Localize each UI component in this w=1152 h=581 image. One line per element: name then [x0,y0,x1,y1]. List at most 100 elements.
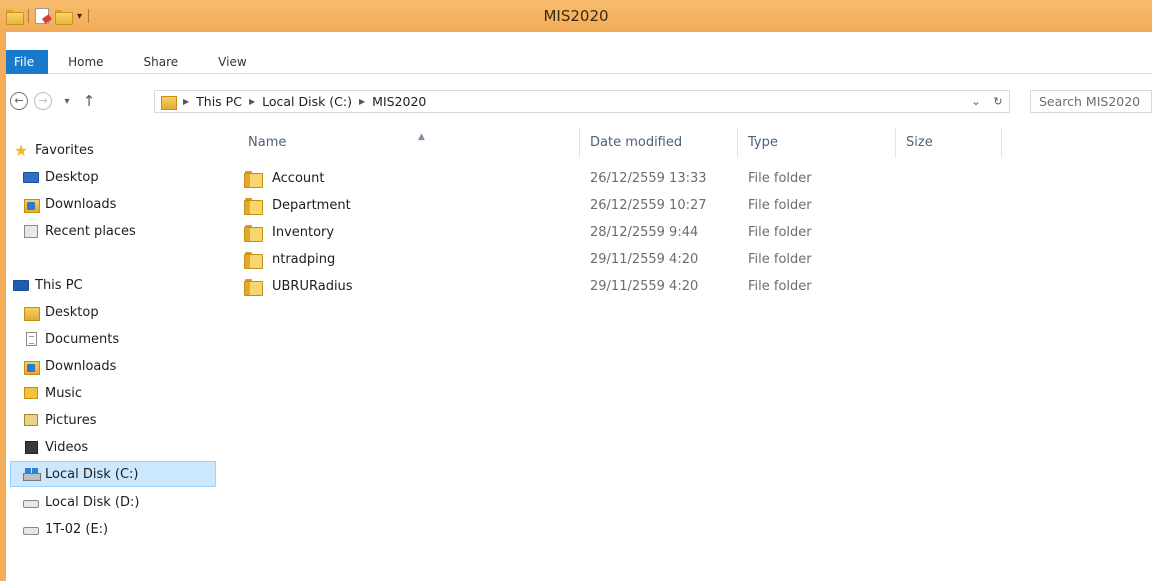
music-folder-icon [22,385,40,401]
sidebar-item-music[interactable]: Music [22,380,82,406]
column-header-label: Date modified [590,135,683,150]
table-row[interactable]: Department 26/12/2559 10:27 File folder [238,192,998,219]
breadcrumb-mis2020[interactable]: MIS2020 [372,94,426,109]
file-date: 29/11/2559 4:20 [590,252,699,267]
file-type: File folder [748,252,812,267]
tab-view[interactable]: View [198,50,266,74]
file-type: File folder [748,198,812,213]
desktop-icon [22,169,40,185]
file-type: File folder [748,171,812,186]
tab-share[interactable]: Share [124,50,199,74]
videos-folder-icon [22,439,40,455]
downloads-folder-icon [22,358,40,375]
file-date: 29/11/2559 4:20 [590,279,699,294]
folder-icon [244,225,263,242]
file-date: 26/12/2559 13:33 [590,171,707,186]
table-row[interactable]: ntradping 29/11/2559 4:20 File folder [238,246,998,273]
table-row[interactable]: Account 26/12/2559 13:33 File folder [238,165,998,192]
sidebar-item-label: Downloads [45,196,117,212]
sidebar-item-pc-downloads[interactable]: Downloads [22,353,116,379]
navigation-bar: ← → ▾ ↑ ▶ This PC ▶ Local Disk (C:) ▶ MI… [0,84,1152,118]
file-name: Inventory [272,225,335,240]
sidebar-item-favorites[interactable]: ★ Favorites [12,137,94,163]
sidebar-item-downloads[interactable]: Downloads [22,191,116,217]
system-drive-icon [22,466,41,482]
file-name: Department [272,198,351,213]
sidebar-item-label: Desktop [45,169,99,185]
file-date: 28/12/2559 9:44 [590,225,699,240]
address-dropdown-icon[interactable]: ⌄ [965,95,987,108]
downloads-folder-icon [22,196,40,213]
chevron-right-icon[interactable]: ▶ [359,97,365,106]
column-header-name[interactable]: Name ▲ [238,128,580,158]
sidebar-item-label: Favorites [35,142,94,158]
desktop-folder-icon [22,304,40,321]
sidebar-item-desktop[interactable]: Desktop [22,164,99,190]
window-title: MIS2020 [543,7,609,25]
address-bar[interactable]: ▶ This PC ▶ Local Disk (C:) ▶ MIS2020 ⌄ … [154,90,1010,113]
sidebar-item-pc-desktop[interactable]: Desktop [22,299,99,325]
sidebar-item-pictures[interactable]: Pictures [22,407,96,433]
drive-icon [22,521,40,537]
chevron-right-icon[interactable]: ▶ [249,97,255,106]
recent-places-icon [22,223,40,239]
folder-icon [244,279,263,296]
chevron-right-icon[interactable]: ▶ [183,97,189,106]
sidebar-item-label: This PC [35,277,83,293]
ribbon-tabs: File Home Share View [0,50,267,74]
table-row[interactable]: Inventory 28/12/2559 9:44 File folder [238,219,998,246]
breadcrumb-this-pc[interactable]: This PC [196,94,242,109]
back-button[interactable]: ← [8,90,30,112]
file-type: File folder [748,225,812,240]
file-name: ntradping [272,252,336,267]
sidebar-item-videos[interactable]: Videos [22,434,88,460]
title-bar: ▾ MIS2020 [0,0,1152,32]
file-name: Account [272,171,325,186]
sidebar-item-label: Recent places [45,223,136,239]
forward-arrow-icon: → [34,92,52,110]
navigation-pane: ★ Favorites Desktop Downloads Recent pla… [0,120,216,581]
column-header-date[interactable]: Date modified [580,128,738,158]
pictures-folder-icon [22,412,40,428]
file-type: File folder [748,279,812,294]
folder-icon [244,198,263,215]
file-list: Name ▲ Date modified Type Size Account 2… [216,120,1152,581]
sidebar-item-documents[interactable]: Documents [22,326,119,352]
search-input[interactable]: Search MIS2020 [1030,90,1152,113]
sidebar-item-label: Local Disk (D:) [45,494,140,510]
file-date: 26/12/2559 10:27 [590,198,707,213]
sidebar-item-label: Documents [45,331,120,347]
folder-icon [161,95,177,110]
address-actions: ⌄ ↻ [965,91,1009,112]
star-icon: ★ [13,140,29,160]
column-header-type[interactable]: Type [738,128,896,158]
column-header-label: Type [748,135,778,150]
sort-ascending-icon: ▲ [418,132,425,142]
up-button[interactable]: ↑ [78,90,100,112]
computer-icon [12,277,30,293]
documents-icon [22,331,40,347]
file-name: UBRURadius [272,279,353,294]
sidebar-item-recent-places[interactable]: Recent places [22,218,136,244]
table-row[interactable]: UBRURadius 29/11/2559 4:20 File folder [238,273,998,300]
column-header-size[interactable]: Size [896,128,1002,158]
folder-icon [244,171,263,188]
sidebar-item-label: Desktop [45,304,99,320]
sidebar-item-this-pc[interactable]: This PC [12,272,83,298]
sidebar-item-label: Local Disk (C:) [45,466,139,482]
refresh-icon[interactable]: ↻ [987,95,1009,108]
folder-icon [244,252,263,269]
breadcrumb: ▶ This PC ▶ Local Disk (C:) ▶ MIS2020 [176,94,426,109]
sidebar-item-label: Downloads [45,358,117,374]
tab-file[interactable]: File [0,50,49,74]
sidebar-item-local-disk-d[interactable]: Local Disk (D:) [22,489,139,515]
sidebar-item-local-disk-c[interactable]: Local Disk (C:) [10,461,216,487]
sidebar-item-label: Music [45,385,82,401]
sidebar-item-label: Pictures [45,412,97,428]
recent-locations-button[interactable]: ▾ [56,90,78,112]
back-arrow-icon: ← [10,92,28,110]
forward-button[interactable]: → [32,90,54,112]
tab-home[interactable]: Home [48,50,123,74]
sidebar-item-drive-e[interactable]: 1T-02 (E:) [22,516,108,542]
breadcrumb-local-disk-c[interactable]: Local Disk (C:) [262,94,352,109]
